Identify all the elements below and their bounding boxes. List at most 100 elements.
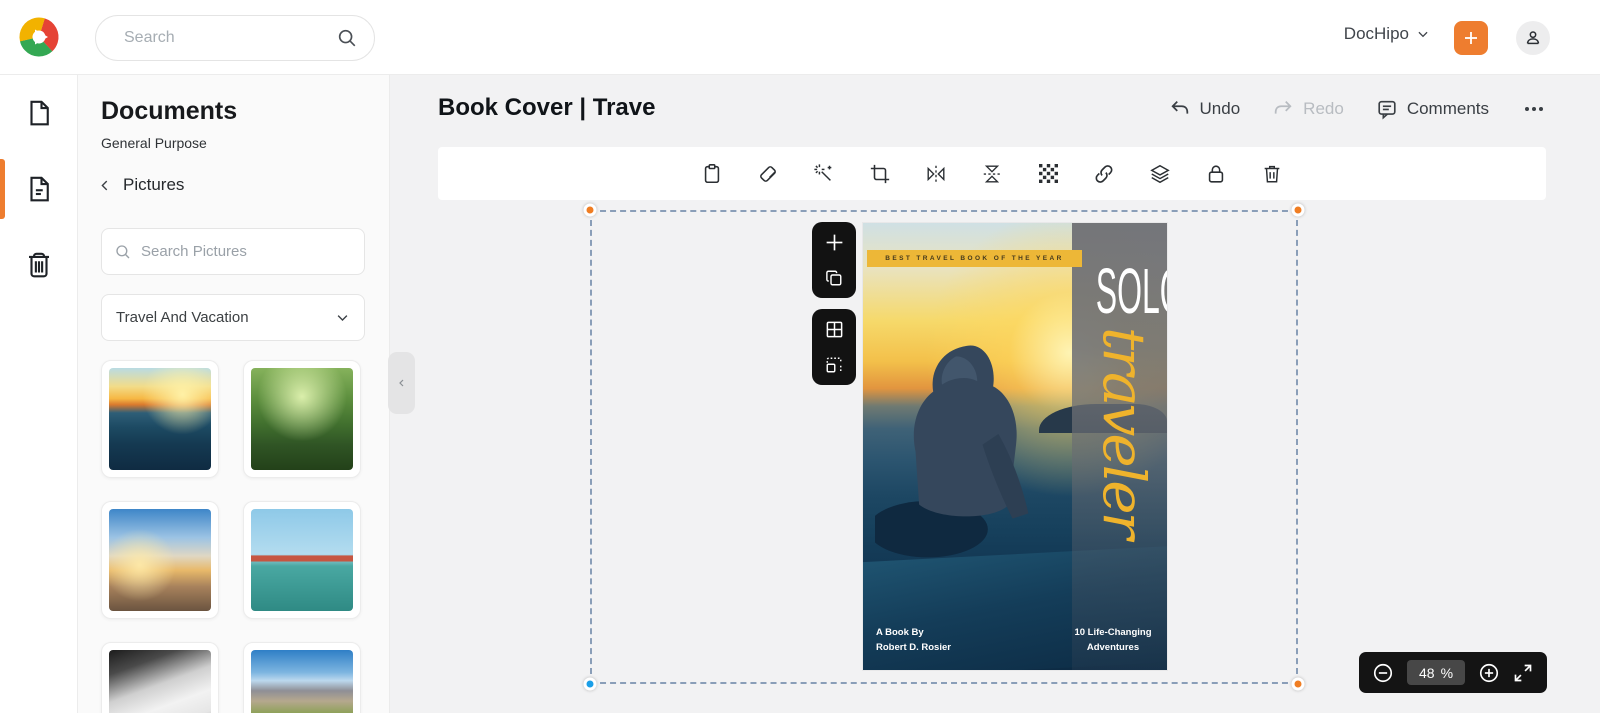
thumbnail-image (109, 509, 211, 611)
redo-label: Redo (1303, 99, 1344, 118)
file-text-icon (24, 174, 54, 204)
lock-icon[interactable] (1201, 159, 1231, 189)
transparency-icon[interactable] (1033, 159, 1063, 189)
layers-icon[interactable] (1145, 159, 1175, 189)
back-to-pictures[interactable]: Pictures (98, 175, 184, 195)
delete-icon[interactable] (1257, 159, 1287, 189)
thumbnail-image (109, 650, 211, 713)
picture-thumbnail[interactable] (101, 642, 219, 713)
zoom-level[interactable]: 48 % (1407, 660, 1465, 685)
panel-collapse-toggle[interactable] (388, 352, 415, 414)
author-line1: A Book By (876, 626, 924, 638)
cover-author[interactable]: A Book By Robert D. Rosier (876, 625, 951, 655)
author-line2: Robert D. Rosier (876, 641, 951, 653)
comments-button[interactable]: Comments (1376, 98, 1489, 120)
category-dropdown[interactable]: Travel And Vacation (101, 294, 365, 341)
zoom-controls: 48 % (1359, 652, 1547, 693)
grid-layout-button[interactable] (821, 316, 847, 342)
search-icon (114, 243, 132, 261)
zoom-unit: % (1440, 664, 1454, 681)
pictures-search (101, 228, 365, 275)
undo-icon (1169, 98, 1191, 120)
picture-thumbnail[interactable] (243, 642, 361, 713)
fullscreen-icon[interactable] (1513, 663, 1533, 683)
thumbnail-image (251, 650, 353, 713)
pictures-panel: Documents General Purpose Pictures Trave… (78, 75, 390, 713)
zoom-value-text: 48 (1418, 664, 1435, 681)
file-icon (24, 98, 54, 128)
element-toolbar (438, 147, 1546, 200)
header-actions: Undo Redo Comments (1169, 98, 1543, 120)
picture-thumbnail[interactable] (243, 360, 361, 478)
redo-button[interactable]: Redo (1272, 98, 1344, 120)
add-page-button[interactable] (821, 229, 847, 255)
cover-script-title[interactable]: traveler (1090, 327, 1158, 637)
workspace-name: DocHipo (1343, 24, 1409, 43)
chevron-left-icon (396, 377, 408, 389)
resize-canvas-button[interactable] (821, 352, 847, 378)
rail-item-documents[interactable] (0, 151, 78, 227)
thumbnail-image (251, 509, 353, 611)
person-icon (1523, 28, 1543, 48)
pictures-search-input[interactable] (141, 243, 352, 260)
more-options-button[interactable] (1525, 107, 1543, 111)
top-bar: DocHipo (0, 0, 1600, 75)
user-avatar[interactable] (1516, 21, 1550, 55)
global-search (95, 15, 375, 61)
book-cover-design[interactable]: BEST TRAVEL BOOK OF THE YEAR SOLO travel… (863, 223, 1167, 670)
resize-handle-top-left[interactable] (583, 203, 597, 217)
cover-banner[interactable]: BEST TRAVEL BOOK OF THE YEAR (867, 250, 1082, 267)
link-icon[interactable] (1089, 159, 1119, 189)
hooded-person-silhouette (875, 345, 1029, 558)
dochipo-logo-icon[interactable] (17, 15, 61, 59)
panel-subtitle: General Purpose (101, 135, 207, 151)
undo-label: Undo (1199, 99, 1241, 118)
resize-handle-top-right[interactable] (1291, 203, 1305, 217)
resize-handle-bottom-left[interactable] (583, 677, 597, 691)
document-title[interactable]: Book Cover | Trave (438, 94, 655, 122)
picture-thumbnail[interactable] (101, 501, 219, 619)
pictures-grid (101, 360, 365, 713)
chevron-down-icon (335, 310, 350, 325)
clipboard-icon[interactable] (697, 159, 727, 189)
page-actions-group (812, 222, 856, 298)
plus-icon (1462, 29, 1480, 47)
picture-thumbnail[interactable] (243, 501, 361, 619)
rail-item-new-document[interactable] (0, 75, 78, 151)
comment-icon (1376, 98, 1398, 120)
cover-subtitle-right[interactable]: 10 Life-Changing Adventures (1059, 625, 1167, 655)
trash-icon (24, 250, 54, 280)
redo-icon (1272, 98, 1294, 120)
duplicate-page-button[interactable] (821, 265, 847, 291)
cover-title[interactable]: SOLO (1096, 258, 1167, 324)
thumbnail-image (251, 368, 353, 470)
chevron-left-icon (98, 178, 113, 193)
right-line1: 10 Life-Changing (1074, 626, 1152, 638)
panel-title: Documents (101, 97, 238, 125)
thumbnail-image (109, 368, 211, 470)
picture-thumbnail[interactable] (101, 360, 219, 478)
back-label: Pictures (123, 175, 185, 194)
undo-button[interactable]: Undo (1169, 98, 1241, 120)
layout-actions-group (812, 309, 856, 385)
right-line2: Adventures (1086, 641, 1140, 653)
left-icon-rail (0, 75, 78, 713)
rail-item-trash[interactable] (0, 227, 78, 303)
flip-horizontal-icon[interactable] (921, 159, 951, 189)
zoom-in-button[interactable] (1478, 662, 1500, 684)
chevron-down-icon (1416, 27, 1430, 41)
flip-vertical-icon[interactable] (977, 159, 1007, 189)
zoom-out-button[interactable] (1372, 662, 1394, 684)
comments-label: Comments (1406, 99, 1489, 118)
eraser-icon[interactable] (753, 159, 783, 189)
create-new-button[interactable] (1454, 21, 1488, 55)
category-value: Travel And Vacation (116, 309, 249, 326)
crop-icon[interactable] (865, 159, 895, 189)
dochipo-editor: DocHipo (0, 0, 1600, 713)
resize-handle-bottom-right[interactable] (1291, 677, 1305, 691)
workspace-switcher[interactable]: DocHipo (1344, 24, 1430, 44)
global-search-input[interactable] (124, 29, 336, 47)
banner-text: BEST TRAVEL BOOK OF THE YEAR (885, 255, 1064, 262)
search-icon[interactable] (336, 27, 358, 49)
enhance-icon[interactable] (809, 159, 839, 189)
